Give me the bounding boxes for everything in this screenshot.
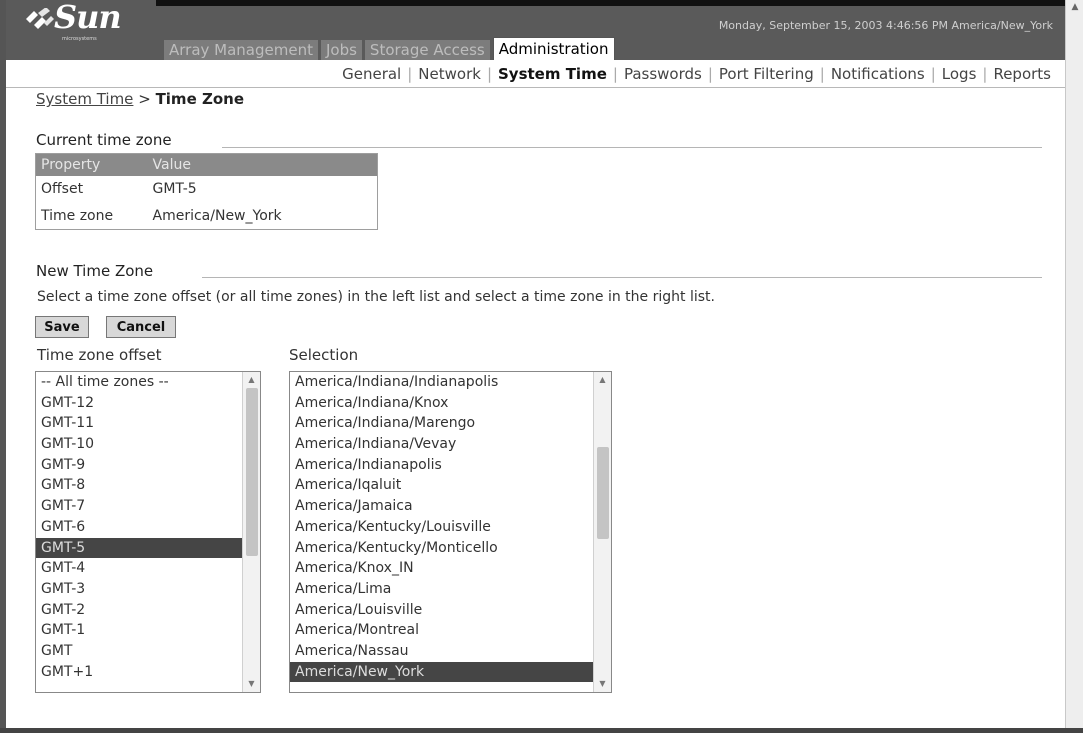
logo-wordmark: Sun	[54, 0, 122, 36]
current-time-zone-table: Property Value Offset GMT-5 Time zone Am…	[35, 153, 378, 230]
selection-scrollbar[interactable]: ▲ ▼	[593, 372, 611, 692]
property-cell: Offset	[41, 181, 84, 197]
masthead-top-bar	[156, 0, 1065, 6]
subtab-general[interactable]: General	[336, 65, 407, 83]
subtab-passwords[interactable]: Passwords	[618, 65, 708, 83]
subtab-network[interactable]: Network	[412, 65, 487, 83]
list-item[interactable]: America/Jamaica	[290, 496, 611, 517]
value-cell: America/New_York	[152, 207, 282, 224]
sun-logo: Sun microsystems	[24, 0, 154, 42]
offset-list-label: Time zone offset	[37, 346, 162, 364]
list-item[interactable]: America/Indiana/Indianapolis	[290, 372, 611, 393]
scroll-down-arrow-icon[interactable]: ▼	[596, 678, 609, 690]
list-item[interactable]: GMT+1	[36, 662, 260, 683]
current-time-zone-rule	[222, 147, 1042, 148]
breadcrumb-system-time-link[interactable]: System Time	[36, 90, 133, 108]
tab-administration[interactable]: Administration	[492, 37, 615, 60]
list-item[interactable]: GMT-8	[36, 475, 260, 496]
list-item[interactable]: GMT-5	[36, 537, 260, 559]
list-item[interactable]: GMT-1	[36, 620, 260, 641]
column-header-value: Value	[147, 153, 378, 176]
masthead: Sun microsystems Monday, September 15, 2…	[6, 0, 1065, 60]
window-left-edge	[0, 0, 6, 733]
scroll-up-arrow-icon[interactable]: ▲	[596, 374, 609, 386]
tab-array-management[interactable]: Array Management	[164, 40, 318, 60]
subtab-reports[interactable]: Reports	[987, 65, 1057, 83]
list-item[interactable]: America/Indiana/Knox	[290, 393, 611, 414]
instructions-text: Select a time zone offset (or all time z…	[37, 289, 715, 305]
scroll-down-arrow-icon[interactable]: ▼	[245, 678, 258, 690]
list-item[interactable]: -- All time zones --	[36, 372, 260, 393]
sun-logo-icon	[26, 8, 54, 29]
value-cell: GMT-5	[152, 181, 197, 197]
time-zone-selection-listbox[interactable]: America/Indiana/Indianapolis America/Indi…	[289, 371, 612, 693]
current-datetime: Monday, September 15, 2003 4:46:56 PM Am…	[718, 19, 1053, 32]
offset-options: -- All time zones -- GMT-12 GMT-11 GMT-10 GM…	[36, 372, 260, 682]
tab-jobs[interactable]: Jobs	[320, 40, 362, 60]
table-row: Time zone America/New_York	[36, 203, 378, 230]
scroll-up-arrow-icon[interactable]: ▲	[245, 374, 258, 386]
list-item[interactable]: America/Knox_IN	[290, 558, 611, 579]
list-item[interactable]: GMT-12	[36, 393, 260, 414]
list-item[interactable]: America/Nassau	[290, 641, 611, 662]
window-bottom-edge	[0, 728, 1083, 733]
list-item[interactable]: America/Indiana/Vevay	[290, 434, 611, 455]
breadcrumb-separator: >	[138, 90, 151, 108]
subtab-system-time[interactable]: System Time	[492, 65, 613, 83]
logo-subtext: microsystems	[62, 36, 97, 42]
subtab-logs[interactable]: Logs	[936, 65, 983, 83]
time-zone-offset-listbox[interactable]: -- All time zones -- GMT-12 GMT-11 GMT-10 GM…	[35, 371, 261, 693]
zone-options: America/Indiana/Indianapolis America/Indi…	[290, 372, 611, 683]
list-item[interactable]: America/Louisville	[290, 600, 611, 621]
breadcrumb-current: Time Zone	[155, 90, 244, 108]
list-item[interactable]: GMT-6	[36, 517, 260, 538]
list-item[interactable]: America/New_York	[290, 661, 611, 683]
page-scrollbar[interactable]: ▲	[1065, 0, 1083, 733]
list-item[interactable]: GMT-3	[36, 579, 260, 600]
new-time-zone-rule	[202, 277, 1042, 278]
tab-storage-access[interactable]: Storage Access	[364, 40, 490, 60]
subtab-notifications[interactable]: Notifications	[825, 65, 931, 83]
table-row: Offset GMT-5	[36, 176, 378, 203]
current-time-zone-heading: Current time zone	[36, 131, 172, 149]
list-item[interactable]: GMT-10	[36, 434, 260, 455]
sub-tabs: General | Network | System Time | Passwords…	[6, 60, 1065, 88]
cancel-button[interactable]: Cancel	[106, 316, 176, 338]
list-item[interactable]: GMT	[36, 641, 260, 662]
list-item[interactable]: GMT-4	[36, 558, 260, 579]
offset-scrollbar[interactable]: ▲ ▼	[242, 372, 260, 692]
table-header-row: Property Value	[35, 153, 378, 176]
list-item[interactable]: GMT-9	[36, 455, 260, 476]
list-item[interactable]: America/Indianapolis	[290, 455, 611, 476]
list-item[interactable]: GMT-7	[36, 496, 260, 517]
list-item[interactable]: America/Iqaluit	[290, 475, 611, 496]
scrollbar-thumb[interactable]	[597, 447, 609, 539]
main-tabs: Array Management Jobs Storage Access Adm…	[164, 37, 618, 60]
property-cell: Time zone	[41, 207, 114, 224]
new-time-zone-heading: New Time Zone	[36, 262, 154, 280]
list-item[interactable]: America/Lima	[290, 579, 611, 600]
column-header-property: Property	[35, 153, 148, 176]
subtab-port-filtering[interactable]: Port Filtering	[713, 65, 820, 83]
list-item[interactable]: GMT-11	[36, 413, 260, 434]
breadcrumb: System Time > Time Zone	[36, 90, 244, 108]
list-item[interactable]: America/Indiana/Marengo	[290, 413, 611, 434]
selection-list-label: Selection	[289, 346, 359, 364]
page-scroll-up-icon[interactable]: ▲	[1069, 2, 1081, 12]
list-item[interactable]: America/Kentucky/Monticello	[290, 538, 611, 559]
list-item[interactable]: America/Montreal	[290, 620, 611, 641]
list-item[interactable]: America/Kentucky/Louisville	[290, 517, 611, 538]
list-item[interactable]: GMT-2	[36, 600, 260, 621]
scrollbar-thumb[interactable]	[246, 388, 258, 556]
save-button[interactable]: Save	[35, 316, 89, 338]
